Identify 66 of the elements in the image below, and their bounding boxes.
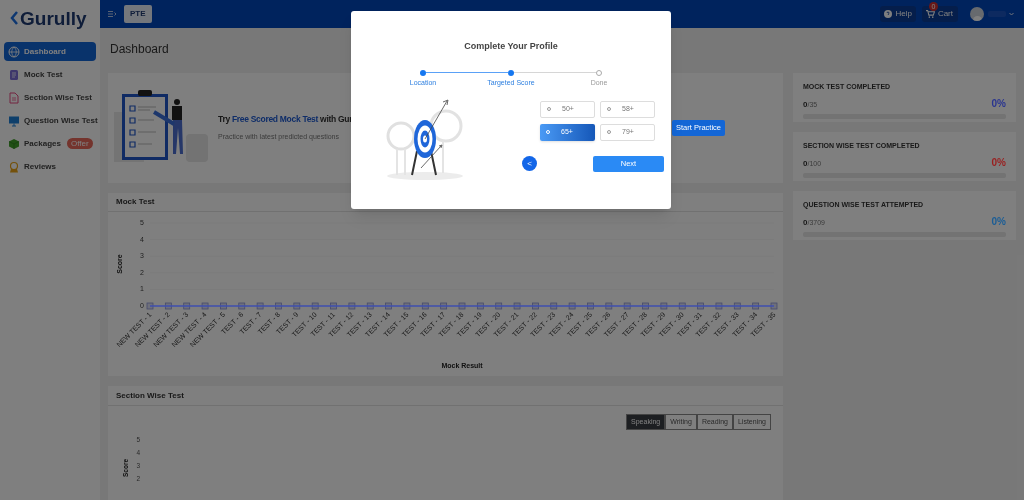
monitor-icon xyxy=(8,114,20,127)
data-point-marker xyxy=(201,302,209,310)
data-point-marker xyxy=(605,302,613,310)
sidebar-item[interactable]: Section Wise Test xyxy=(4,88,96,107)
award-icon xyxy=(8,160,20,173)
exam-button[interactable]: PTE xyxy=(124,5,152,23)
sidebar-item[interactable]: Dashboard xyxy=(4,42,96,61)
data-point-marker xyxy=(550,302,558,310)
data-point-marker xyxy=(220,302,227,310)
card-title: Mock Test xyxy=(116,196,155,208)
data-point-marker xyxy=(752,302,760,310)
back-button[interactable]: < xyxy=(522,156,537,171)
data-point-marker xyxy=(568,302,576,310)
promo-title: Try Free Scored Mock Test with Gur xyxy=(218,113,353,127)
data-point-marker xyxy=(587,302,594,310)
data-point-marker xyxy=(623,302,631,310)
logo-chevron-icon xyxy=(10,11,18,25)
data-point-marker xyxy=(293,302,301,310)
data-point-marker xyxy=(164,302,172,310)
data-point-marker xyxy=(678,302,686,310)
data-point-marker xyxy=(495,302,503,310)
data-point-marker xyxy=(385,302,392,310)
data-point-marker xyxy=(348,302,356,310)
data-point-marker xyxy=(330,302,337,310)
data-point-marker xyxy=(421,302,429,310)
chevron-down-icon[interactable] xyxy=(1009,12,1014,16)
document-icon xyxy=(8,68,20,81)
data-point-marker xyxy=(275,302,282,310)
sidebar-item[interactable]: Mock Test xyxy=(4,65,96,84)
data-point-marker xyxy=(183,302,191,310)
data-point-marker xyxy=(440,302,448,310)
data-point-marker xyxy=(311,302,319,310)
data-point-marker xyxy=(697,302,704,310)
sidebar-item[interactable]: Question Wise Test xyxy=(4,111,96,130)
sidebar-item[interactable]: Reviews xyxy=(4,157,96,176)
data-point-marker xyxy=(733,302,741,310)
sidebar-item[interactable]: Packages Offer xyxy=(4,134,96,153)
offer-badge: Offer xyxy=(66,138,93,149)
data-point-marker xyxy=(770,302,778,310)
stat-percent: 0% xyxy=(991,155,1006,170)
menu-icon[interactable] xyxy=(108,11,116,17)
data-point-marker xyxy=(366,302,374,310)
page-title: Dashboard xyxy=(110,41,169,58)
data-point-marker xyxy=(146,302,154,310)
card-title: Section Wise Test xyxy=(116,389,184,402)
data-point-marker xyxy=(238,302,246,310)
data-point-marker xyxy=(532,302,539,310)
page-icon xyxy=(8,91,20,104)
logo-text: Gurully xyxy=(20,8,87,28)
globe-icon xyxy=(8,45,20,58)
data-point-marker xyxy=(476,302,484,310)
help-button[interactable]: Help xyxy=(880,6,916,22)
avatar[interactable] xyxy=(970,7,984,21)
help-icon xyxy=(884,10,893,18)
dialog-title: Complete Your Profile xyxy=(464,40,558,53)
data-point-marker xyxy=(642,302,649,310)
data-point-marker xyxy=(256,302,264,310)
stat-percent: 0% xyxy=(991,214,1006,229)
data-point-marker xyxy=(403,302,411,310)
box-icon xyxy=(8,137,20,150)
stat-percent: 0% xyxy=(991,96,1006,111)
data-point-marker xyxy=(660,302,668,310)
cart-icon xyxy=(925,10,935,18)
data-point-marker xyxy=(513,302,521,310)
data-point-marker xyxy=(458,302,466,310)
data-point-marker xyxy=(715,302,723,310)
